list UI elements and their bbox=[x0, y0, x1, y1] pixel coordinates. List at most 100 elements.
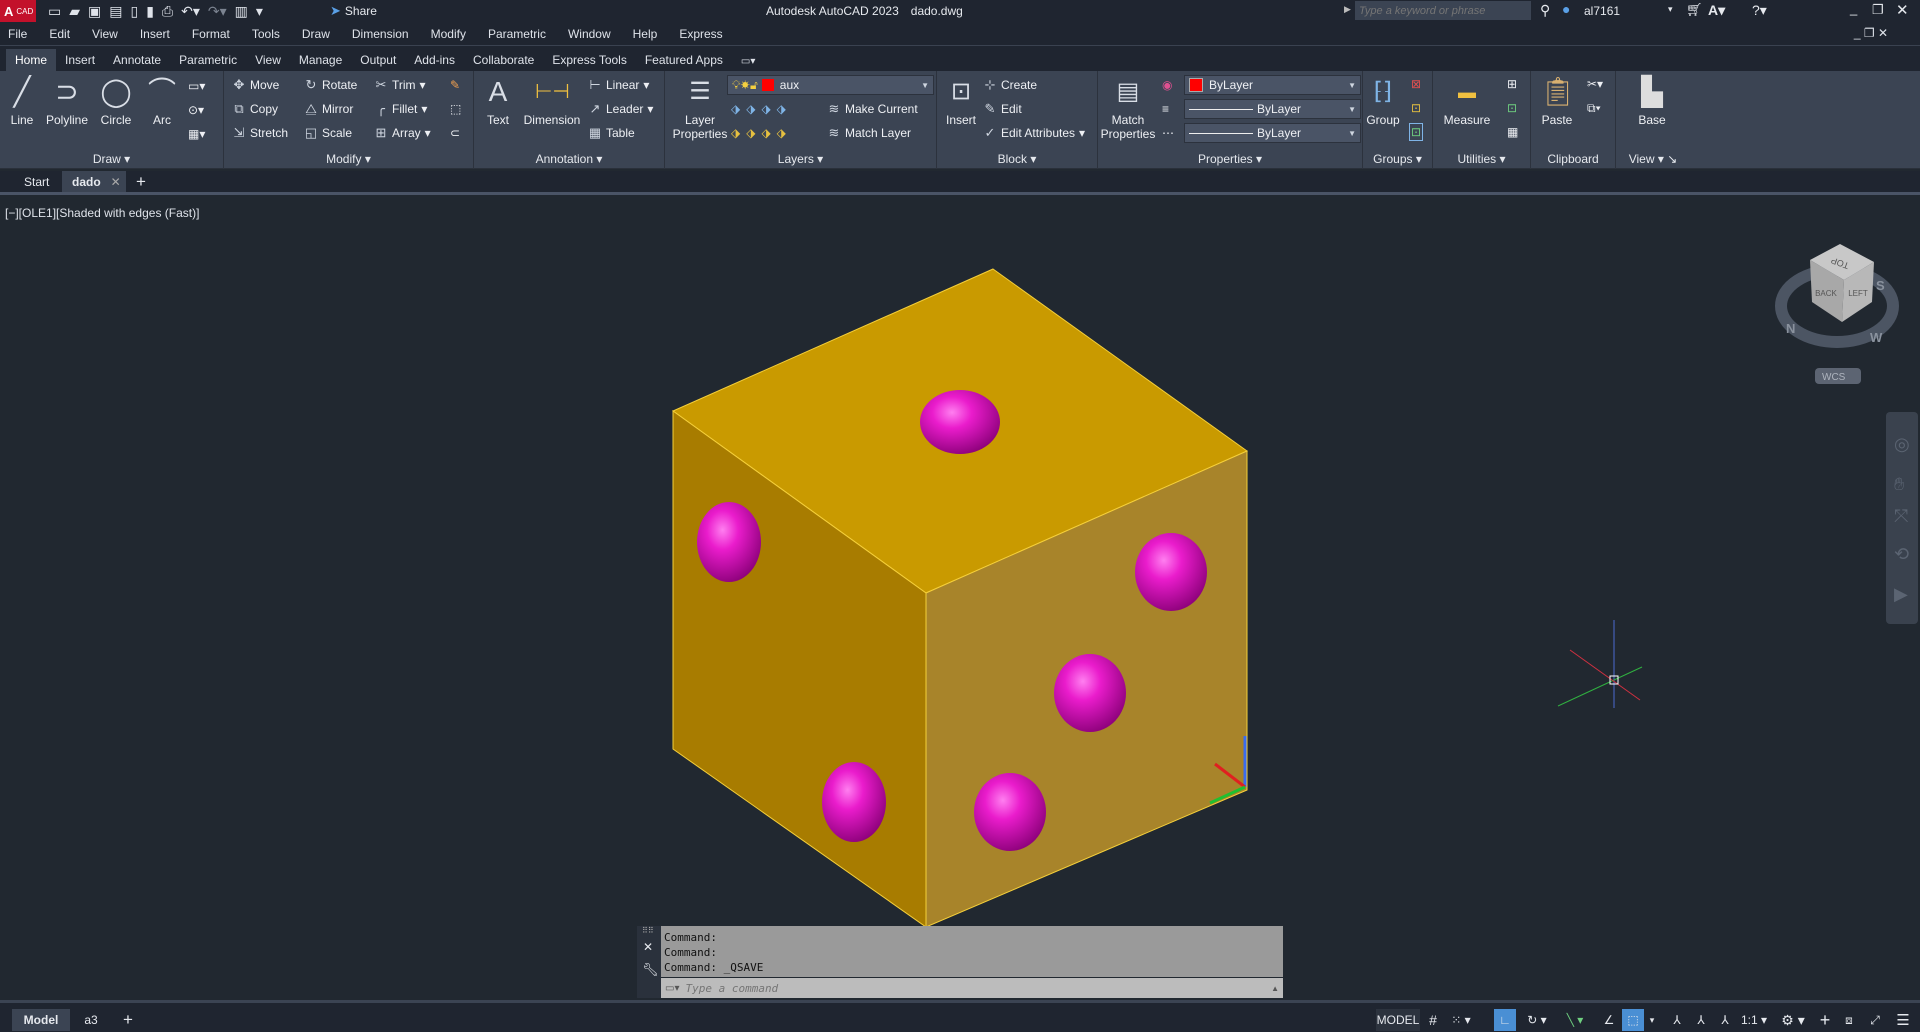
create-block-button[interactable]: ⊹ Create bbox=[983, 78, 1037, 93]
ribbon-minimize-icon[interactable]: ▭▾ bbox=[732, 52, 764, 71]
annotation-monitor-plus-icon[interactable]: + bbox=[1814, 1009, 1836, 1031]
drawing-window-controls[interactable]: _ ❐ ✕ bbox=[1854, 26, 1888, 40]
object-snap-tracking-icon[interactable]: ∠ bbox=[1598, 1009, 1620, 1031]
tab-home[interactable]: Home bbox=[6, 49, 57, 71]
viewcube-left[interactable]: LEFT bbox=[1848, 289, 1868, 298]
base-view-button[interactable]: ▙ Base bbox=[1632, 75, 1672, 127]
tab-output[interactable]: Output bbox=[351, 49, 405, 71]
ungroup-icon[interactable]: ⊠ bbox=[1411, 77, 1421, 91]
rotate-button[interactable]: ↻ Rotate bbox=[304, 78, 358, 93]
workspace-icon[interactable]: ▥ bbox=[235, 3, 248, 20]
cart-icon[interactable]: 🛒︎ bbox=[1686, 2, 1703, 18]
menu-help[interactable]: Help bbox=[633, 27, 658, 41]
restore-icon[interactable]: ❐ bbox=[1872, 2, 1884, 18]
erase-icon[interactable]: ✎ bbox=[450, 78, 460, 92]
layer-dropdown[interactable]: 💡︎☀︎🔓︎ aux ▼ bbox=[727, 75, 934, 95]
command-input-row[interactable]: ▭▾ ▲ bbox=[661, 978, 1283, 998]
pan-hand-icon[interactable]: ✋︎ bbox=[1894, 474, 1904, 494]
menu-tools[interactable]: Tools bbox=[252, 27, 280, 41]
user-icon[interactable]: ● bbox=[1562, 1, 1570, 17]
tab-view[interactable]: View bbox=[246, 49, 290, 71]
command-history-expand-icon[interactable]: ▲ bbox=[1271, 984, 1279, 993]
draw-panel-title[interactable]: Draw ▾ bbox=[0, 152, 223, 166]
polar-tracking-icon[interactable]: ↻ ▾ bbox=[1520, 1009, 1554, 1031]
tab-insert[interactable]: Insert bbox=[56, 49, 104, 71]
menu-dimension[interactable]: Dimension bbox=[352, 27, 409, 41]
menu-modify[interactable]: Modify bbox=[431, 27, 466, 41]
save-as-icon[interactable]: ▤ bbox=[109, 3, 122, 20]
undo-icon[interactable]: ↶▾ bbox=[181, 3, 200, 20]
tab-express-tools[interactable]: Express Tools bbox=[543, 49, 635, 71]
paste-button[interactable]: 📋︎ Paste bbox=[1537, 75, 1577, 127]
drawing-canvas[interactable]: TOP BACK LEFT N S W WCS ◎ ✋︎ ⤧ ⟲ ▶ bbox=[0, 198, 1920, 998]
layer-tools-row2-icons[interactable]: ⬗⬗⬗⬗ bbox=[731, 126, 792, 140]
isometric-drafting-icon[interactable]: ╲ ▾ bbox=[1558, 1009, 1592, 1031]
edit-attributes-button[interactable]: ✓ Edit Attributes ▾ bbox=[983, 126, 1086, 141]
add-layout-plus-icon[interactable]: + bbox=[118, 1009, 138, 1031]
tab-dado[interactable]: dado ✕ bbox=[62, 171, 126, 192]
workspace-gear-icon[interactable]: ⚙ ▾ bbox=[1776, 1009, 1810, 1031]
orbit-icon[interactable]: ⟲ bbox=[1894, 544, 1909, 564]
offset-icon[interactable]: ⊂ bbox=[450, 126, 460, 140]
object-snap-dropdown-icon[interactable]: ▾ bbox=[1646, 1009, 1658, 1031]
insert-button[interactable]: ⊡ Insert bbox=[941, 75, 981, 127]
menu-edit[interactable]: Edit bbox=[49, 27, 70, 41]
arc-button[interactable]: ⌒ Arc bbox=[144, 75, 180, 127]
snap-icon[interactable]: ⁙ ▾ bbox=[1446, 1009, 1476, 1031]
match-properties-button[interactable]: ▤ Match Properties bbox=[1100, 75, 1156, 141]
block-panel-title[interactable]: Block ▾ bbox=[937, 152, 1097, 166]
ellipse-icon[interactable]: ⊙▾ bbox=[188, 103, 204, 117]
explode-icon[interactable]: ⬚ bbox=[450, 102, 461, 116]
customize-quick-access-icon[interactable]: ▾ bbox=[256, 3, 263, 20]
navigation-bar[interactable]: ◎ ✋︎ ⤧ ⟲ ▶ bbox=[1886, 412, 1918, 624]
menu-express[interactable]: Express bbox=[679, 27, 722, 41]
cut-icon[interactable]: ✂▾ bbox=[1587, 77, 1603, 91]
view-panel-title[interactable]: View ▾ ↘ bbox=[1616, 152, 1690, 166]
command-line-handle[interactable]: ⠿⠿ ✕ 🔧︎ bbox=[637, 926, 661, 998]
linetype-dropdown[interactable]: ByLayer ▼ bbox=[1184, 123, 1361, 143]
fillet-button[interactable]: ╭ Fillet ▾ bbox=[374, 102, 427, 117]
model-space-toggle[interactable]: MODEL bbox=[1376, 1009, 1420, 1031]
command-prompt-icon[interactable]: ▭▾ bbox=[665, 983, 679, 994]
close-tab-icon[interactable]: ✕ bbox=[111, 175, 121, 189]
save-web-icon[interactable]: ▮ bbox=[146, 3, 154, 20]
tab-collaborate[interactable]: Collaborate bbox=[464, 49, 543, 71]
annotation-visibility-icon[interactable]: ⅄ bbox=[1666, 1009, 1688, 1031]
array-button[interactable]: ⊞ Array ▾ bbox=[374, 126, 431, 141]
zoom-extents-icon[interactable]: ⤧ bbox=[1894, 506, 1908, 526]
stretch-button[interactable]: ⇲ Stretch bbox=[232, 126, 288, 141]
quick-select-icon[interactable]: ⊞ bbox=[1507, 77, 1517, 91]
menu-parametric[interactable]: Parametric bbox=[488, 27, 546, 41]
customize-wrench-icon[interactable]: 🔧︎ bbox=[642, 962, 659, 978]
viewcube[interactable]: TOP BACK LEFT N S W WCS bbox=[1775, 244, 1899, 384]
move-button[interactable]: ✥ Move bbox=[232, 78, 280, 93]
search-icon[interactable]: ⚲ bbox=[1540, 2, 1550, 19]
ortho-icon[interactable]: ∟ bbox=[1494, 1009, 1516, 1031]
table-button[interactable]: ▦ Table bbox=[588, 126, 635, 141]
autodesk-a360-icon[interactable]: A▾ bbox=[1708, 2, 1725, 19]
copy-clip-icon[interactable]: ⧉▾ bbox=[1587, 101, 1601, 116]
group-edit-icon[interactable]: ⊡ bbox=[1411, 101, 1421, 115]
open-web-icon[interactable]: ▯ bbox=[130, 3, 138, 20]
select-all-icon[interactable]: ⊡ bbox=[1507, 101, 1517, 115]
model-layout-tab[interactable]: Model bbox=[12, 1009, 70, 1031]
close-command-line-icon[interactable]: ✕ bbox=[643, 940, 653, 954]
plot-icon[interactable]: ⎙ bbox=[162, 3, 173, 20]
properties-panel-title[interactable]: Properties ▾ bbox=[1098, 152, 1362, 166]
search-expand-icon[interactable]: ▶ bbox=[1344, 4, 1351, 15]
match-layer-button[interactable]: ≋ Match Layer bbox=[827, 126, 911, 141]
menu-file[interactable]: File bbox=[8, 27, 27, 41]
help-icon[interactable]: ?▾ bbox=[1752, 2, 1767, 19]
measure-button[interactable]: ▬ Measure bbox=[1439, 75, 1495, 127]
viewcube-back[interactable]: BACK bbox=[1815, 289, 1837, 298]
clean-screen-icon[interactable]: ⤢ bbox=[1864, 1009, 1886, 1031]
steering-wheel-icon[interactable]: ◎ bbox=[1894, 434, 1910, 454]
tab-featured-apps[interactable]: Featured Apps bbox=[636, 49, 732, 71]
hatch-icon[interactable]: ▦▾ bbox=[188, 127, 205, 141]
showmotion-icon[interactable]: ▶ bbox=[1894, 584, 1908, 604]
line-button[interactable]: ╱ Line bbox=[4, 75, 40, 127]
open-file-icon[interactable]: ▰ bbox=[69, 3, 80, 20]
tab-parametric[interactable]: Parametric bbox=[170, 49, 246, 71]
menu-format[interactable]: Format bbox=[192, 27, 230, 41]
tab-annotate[interactable]: Annotate bbox=[104, 49, 170, 71]
